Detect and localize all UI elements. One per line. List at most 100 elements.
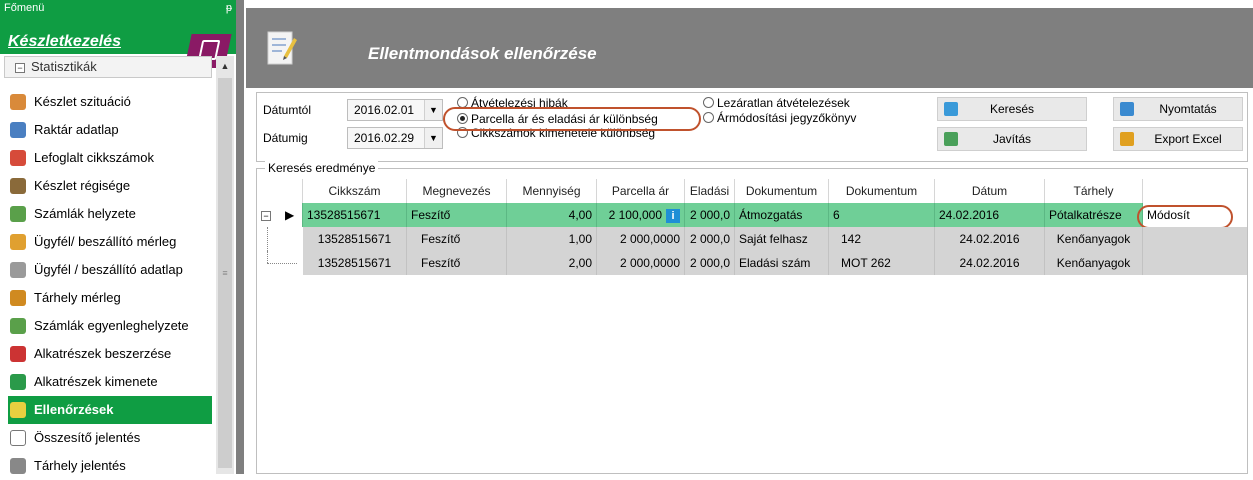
sidebar-item-alkatreszek-beszerzese[interactable]: Alkatrészek beszerzése xyxy=(8,340,212,368)
sidebar-item-keszlet-szituacio[interactable]: Készlet szituáció xyxy=(8,88,212,116)
date-from-field[interactable]: 2016.02.01 ▼ xyxy=(347,99,443,121)
card-icon xyxy=(10,262,26,278)
cell-dokumentum-1[interactable]: Saját felhasz xyxy=(735,227,829,251)
cell-tarhely[interactable]: Kenőanyagok xyxy=(1045,251,1143,275)
storage-icon xyxy=(10,290,26,306)
module-title[interactable]: Készletkezelés xyxy=(8,33,121,51)
sidebar-item-label: Ellenőrzések xyxy=(34,402,114,417)
cell-datum[interactable]: 24.02.2016 xyxy=(935,251,1045,275)
grid-header-row: Cikkszám Megnevezés Mennyiség Parcella á… xyxy=(257,179,1247,203)
table-row[interactable]: 13528515671 Feszítő 1,00 2 000,0000 2 00… xyxy=(257,227,1247,251)
collapse-icon[interactable]: − xyxy=(15,62,25,73)
cell-mennyiseg[interactable]: 4,00 xyxy=(507,203,597,227)
sidebar-item-tarhely-jelentes[interactable]: Tárhely jelentés xyxy=(8,452,212,480)
cell-cikkszam[interactable]: 13528515671 xyxy=(303,251,407,275)
date-from-label: Dátumtól xyxy=(263,103,312,117)
cell-tarhely[interactable]: Kenőanyagok xyxy=(1045,227,1143,251)
cell-empty xyxy=(1143,227,1247,251)
date-to-field[interactable]: 2016.02.29 ▼ xyxy=(347,127,443,149)
search-button-label: Keresés xyxy=(989,102,1035,116)
check-icon xyxy=(10,402,26,418)
cell-dokumentum-2[interactable]: 142 xyxy=(829,227,935,251)
info-icon[interactable]: i xyxy=(666,208,680,223)
report-icon xyxy=(10,458,26,474)
radio-lezaratlan[interactable]: Lezáratlan átvételezések xyxy=(703,96,850,110)
panel-splitter[interactable] xyxy=(236,0,244,474)
collapse-icon[interactable]: − xyxy=(261,210,271,221)
chevron-down-icon[interactable]: ▼ xyxy=(424,128,442,148)
cell-parcella-ar[interactable]: 2 100,000 i xyxy=(597,203,685,227)
column-header-cikkszam[interactable]: Cikkszám xyxy=(303,179,407,203)
fix-button[interactable]: Javítás xyxy=(937,127,1087,151)
column-header-mennyiseg[interactable]: Mennyiség xyxy=(507,179,597,203)
cell-datum[interactable]: 24.02.2016 xyxy=(935,227,1045,251)
sidebar-item-label: Készlet régisége xyxy=(34,178,131,193)
sidebar-item-label: Alkatrészek beszerzése xyxy=(34,346,172,361)
sidebar-item-ellenorzesek[interactable]: Ellenőrzések xyxy=(8,396,212,424)
table-row[interactable]: 13528515671 Feszítő 2,00 2 000,0000 2 00… xyxy=(257,251,1247,275)
column-header-tarhely[interactable]: Tárhely xyxy=(1045,179,1143,203)
cell-dokumentum-2[interactable]: 6 xyxy=(829,203,935,227)
print-button[interactable]: Nyomtatás xyxy=(1113,97,1243,121)
arrow-out-icon xyxy=(10,374,26,390)
main-panel: Ellentmondások ellenőrzése Dátumtól Dátu… xyxy=(246,8,1253,474)
sidebar-item-label: Tárhely jelentés xyxy=(34,458,126,473)
radio-circle[interactable] xyxy=(703,97,714,108)
cell-cikkszam[interactable]: 13528515671 xyxy=(303,203,407,227)
cell-datum[interactable]: 24.02.2016 xyxy=(935,203,1045,227)
radio-armodositasi[interactable]: Ármódosítási jegyzőkönyv xyxy=(703,111,856,125)
main-menu-title: Főmenü xyxy=(4,2,45,14)
sidebar-item-alkatreszek-kimenete[interactable]: Alkatrészek kimenete xyxy=(8,368,212,396)
cell-megnevezes[interactable]: Feszítő xyxy=(407,227,507,251)
expand-cell[interactable]: − xyxy=(257,203,281,227)
column-header-datum[interactable]: Dátum xyxy=(935,179,1045,203)
sidebar-item-raktar-adatlap[interactable]: Raktár adatlap xyxy=(8,116,212,144)
table-row-main[interactable]: − ▶ 13528515671 Feszítő 4,00 2 100,000 i … xyxy=(257,203,1247,227)
module-header[interactable]: Készletkezelés xyxy=(0,16,236,68)
column-header-eladasi[interactable]: Eladási xyxy=(685,179,735,203)
scroll-up-icon[interactable]: ▲ xyxy=(216,56,234,76)
cell-megnevezes[interactable]: Feszítő xyxy=(407,251,507,275)
column-header-megnevezes[interactable]: Megnevezés xyxy=(407,179,507,203)
sidebar-item-osszesito-jelentes[interactable]: Összesítő jelentés xyxy=(8,424,212,452)
statistics-group-label: Statisztikák xyxy=(31,59,97,74)
column-header-dokumentum-1[interactable]: Dokumentum xyxy=(735,179,829,203)
scrollbar-thumb[interactable]: ≡ xyxy=(218,78,232,468)
sidebar-item-ugyfel-adatlap[interactable]: Ügyfél / beszállító adatlap xyxy=(8,256,212,284)
cell-parcella-ar[interactable]: 2 000,0000 xyxy=(597,227,685,251)
search-button[interactable]: Keresés xyxy=(937,97,1087,121)
cell-dokumentum-2[interactable]: MOT 262 xyxy=(829,251,935,275)
annotation-highlight xyxy=(1137,205,1233,229)
chevron-down-icon[interactable]: ▼ xyxy=(424,100,442,120)
sidebar-item-szamlak-helyzete[interactable]: Számlák helyzete xyxy=(8,200,212,228)
tree-connector xyxy=(257,251,303,275)
statistics-group[interactable]: − Statisztikák xyxy=(4,56,212,78)
sidebar-scrollbar[interactable]: ▲ ≡ xyxy=(216,56,234,474)
sidebar-item-tarhely-merleg[interactable]: Tárhely mérleg xyxy=(8,284,212,312)
fix-button-label: Javítás xyxy=(992,132,1031,146)
export-excel-button-label: Export Excel xyxy=(1154,132,1222,146)
cell-megnevezes[interactable]: Feszítő xyxy=(407,203,507,227)
sidebar-item-ugyfel-merleg[interactable]: Ügyfél/ beszállító mérleg xyxy=(8,228,212,256)
cell-dokumentum-1[interactable]: Eladási szám xyxy=(735,251,829,275)
cell-tarhely[interactable]: Pótalkatrésze xyxy=(1045,203,1143,227)
cell-dokumentum-1[interactable]: Átmozgatás xyxy=(735,203,829,227)
cell-mennyiseg[interactable]: 1,00 xyxy=(507,227,597,251)
sidebar-item-szamlak-egyenleg[interactable]: Számlák egyenleghelyzete xyxy=(8,312,212,340)
cell-mennyiseg[interactable]: 2,00 xyxy=(507,251,597,275)
sidebar-item-keszlet-regisege[interactable]: Készlet régisége xyxy=(8,172,212,200)
cell-cikkszam[interactable]: 13528515671 xyxy=(303,227,407,251)
sidebar-item-lefoglalt-cikkszamok[interactable]: Lefoglalt cikkszámok xyxy=(8,144,212,172)
cell-parcella-ar[interactable]: 2 000,0000 xyxy=(597,251,685,275)
radio-label: Ármódosítási jegyzőkönyv xyxy=(717,111,857,125)
export-excel-button[interactable]: Export Excel xyxy=(1113,127,1243,151)
column-header-dokumentum-2[interactable]: Dokumentum xyxy=(829,179,935,203)
summary-icon xyxy=(10,430,26,446)
cell-eladasi[interactable]: 2 000,0 xyxy=(685,227,735,251)
cell-eladasi[interactable]: 2 000,0 xyxy=(685,203,735,227)
column-header-action xyxy=(1143,179,1247,203)
pin-icon[interactable]: ᵽ xyxy=(226,0,232,16)
column-header-parcella-ar[interactable]: Parcella ár xyxy=(597,179,685,203)
cell-eladasi[interactable]: 2 000,0 xyxy=(685,251,735,275)
radio-circle[interactable] xyxy=(703,112,714,123)
